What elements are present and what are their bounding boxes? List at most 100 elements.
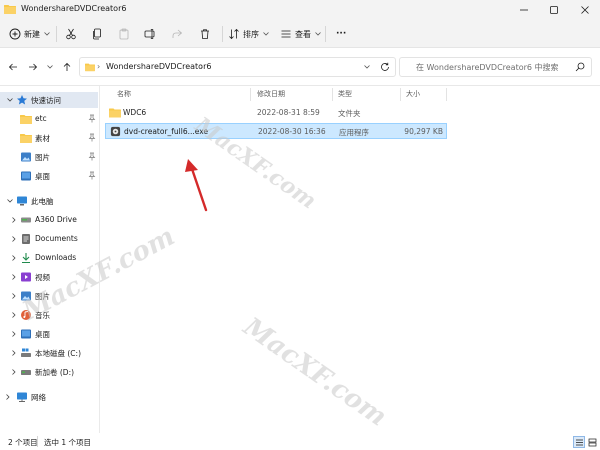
close-button[interactable]: [570, 0, 600, 20]
new-button[interactable]: 新建: [9, 25, 51, 43]
file-row[interactable]: WDC6 2022-08-31 8:59 文件夹: [105, 105, 447, 121]
share-button[interactable]: [167, 25, 187, 43]
selected-count: 选中 1 个项目: [44, 438, 92, 447]
sidebar-item-videos[interactable]: 视频: [0, 269, 98, 285]
sidebar-item-quick-access[interactable]: 快速访问: [0, 92, 98, 108]
sidebar-item-drive-d[interactable]: 新加卷 (D:): [0, 364, 98, 380]
maximize-button[interactable]: [539, 0, 569, 20]
navigation-pane: 快速访问 etc 素材 图片 桌面 此电脑 A360 Drive Documen…: [0, 86, 100, 433]
paste-button[interactable]: [114, 25, 134, 43]
sidebar-item-a360-drive[interactable]: A360 Drive: [0, 212, 98, 228]
status-divider: [37, 436, 38, 447]
chevron-down-icon: [7, 98, 13, 102]
desktop-icon: [21, 329, 31, 339]
column-divider[interactable]: [400, 88, 401, 101]
details-view-button[interactable]: [573, 436, 585, 448]
file-type: 应用程序: [339, 128, 369, 137]
folder-icon: [109, 108, 121, 118]
sidebar-item-desktop-pinned[interactable]: 桌面: [0, 168, 98, 184]
column-header-name[interactable]: 名称: [117, 89, 131, 99]
sidebar-item-label: 本地磁盘 (C:): [35, 349, 81, 358]
breadcrumb-current[interactable]: WondershareDVDCreator6: [106, 62, 211, 71]
pin-icon: [88, 152, 96, 161]
chevron-right-icon: [12, 350, 16, 356]
back-button[interactable]: [5, 59, 21, 75]
view-button-label: 查看: [295, 29, 311, 39]
pin-icon: [88, 171, 96, 180]
arrow-left-icon: [8, 63, 17, 71]
watermark: MacXF.com: [237, 312, 392, 433]
file-modified: 2022-08-31 8:59: [257, 108, 320, 117]
maximize-icon: [550, 6, 558, 14]
column-headers: 名称 修改日期 类型 大小: [100, 86, 600, 102]
delete-button[interactable]: [195, 25, 215, 43]
folder-icon: [20, 134, 32, 143]
tiles-view-button[interactable]: [586, 436, 598, 448]
forward-button[interactable]: [25, 59, 41, 75]
copy-icon: [93, 28, 101, 40]
up-button[interactable]: [59, 59, 75, 75]
sidebar-item-label: 此电脑: [31, 197, 54, 206]
file-row-selected[interactable]: dvd-creator_full6...exe 2022-08-30 16:36…: [105, 123, 447, 139]
pictures-icon: [21, 291, 31, 301]
scissors-icon: [66, 28, 76, 40]
sidebar-item-downloads[interactable]: Downloads: [0, 250, 98, 266]
sidebar-item-pictures[interactable]: 图片: [0, 288, 98, 304]
sort-button[interactable]: 排序: [228, 25, 270, 43]
address-bar[interactable]: › WondershareDVDCreator6 ›: [79, 57, 396, 77]
view-button[interactable]: 查看: [280, 25, 322, 43]
sidebar-item-drive-c[interactable]: 本地磁盘 (C:): [0, 345, 98, 361]
annotation-arrow-icon: [185, 159, 208, 212]
plus-circle-icon: [9, 28, 21, 40]
column-divider[interactable]: [332, 88, 333, 101]
column-header-type[interactable]: 类型: [338, 89, 352, 99]
sidebar-item-sucai[interactable]: 素材: [0, 130, 98, 146]
column-divider[interactable]: [250, 88, 251, 101]
sidebar-item-pictures-pinned[interactable]: 图片: [0, 149, 98, 165]
sidebar-item-documents[interactable]: Documents: [0, 231, 98, 247]
file-size: 90,297 KB: [404, 127, 443, 136]
pictures-icon: [21, 152, 31, 162]
minimize-button[interactable]: [509, 0, 539, 20]
refresh-button[interactable]: [377, 58, 393, 76]
cut-button[interactable]: [61, 25, 81, 43]
sidebar-item-network[interactable]: 网络: [0, 389, 98, 405]
chevron-down-icon: [364, 65, 370, 69]
breadcrumb-separator[interactable]: ›: [200, 62, 203, 71]
recent-locations-button[interactable]: [42, 59, 58, 75]
file-name: dvd-creator_full6...exe: [124, 127, 209, 136]
sidebar-item-label: etc: [35, 114, 47, 123]
column-header-modified[interactable]: 修改日期: [257, 89, 285, 99]
sort-icon: [229, 28, 239, 40]
sort-button-label: 排序: [243, 29, 259, 39]
search-box[interactable]: 在 WondershareDVDCreator6 中搜索: [399, 57, 592, 77]
sidebar-item-music[interactable]: 音乐: [0, 307, 98, 323]
copy-button[interactable]: [87, 25, 107, 43]
column-divider[interactable]: [446, 88, 447, 101]
chevron-down-icon: [315, 32, 321, 36]
paste-icon: [119, 28, 129, 40]
search-icon: [575, 62, 585, 72]
close-icon: [581, 6, 589, 14]
rename-button[interactable]: [140, 25, 160, 43]
sidebar-item-this-pc[interactable]: 此电脑: [0, 193, 98, 209]
sidebar-item-label: Downloads: [35, 253, 77, 262]
computer-icon: [17, 196, 27, 206]
search-placeholder: 在 WondershareDVDCreator6 中搜索: [416, 63, 559, 72]
sidebar-item-desktop[interactable]: 桌面: [0, 326, 98, 342]
sidebar-item-etc[interactable]: etc: [0, 111, 98, 127]
toolbar-divider: [56, 26, 57, 42]
desktop-icon: [21, 171, 31, 181]
pin-icon: [88, 133, 96, 142]
network-drive-icon: [21, 217, 31, 223]
window-title: WondershareDVDCreator6: [21, 4, 127, 13]
folder-icon: [85, 63, 95, 72]
title-bar: WondershareDVDCreator6: [0, 0, 600, 20]
sidebar-item-label: 素材: [35, 134, 50, 143]
chevron-right-icon: [12, 369, 16, 375]
trash-icon: [201, 29, 209, 39]
video-icon: [21, 272, 31, 282]
more-button[interactable]: ···: [333, 25, 346, 43]
address-history-button[interactable]: [360, 58, 374, 76]
column-header-size[interactable]: 大小: [406, 89, 420, 99]
